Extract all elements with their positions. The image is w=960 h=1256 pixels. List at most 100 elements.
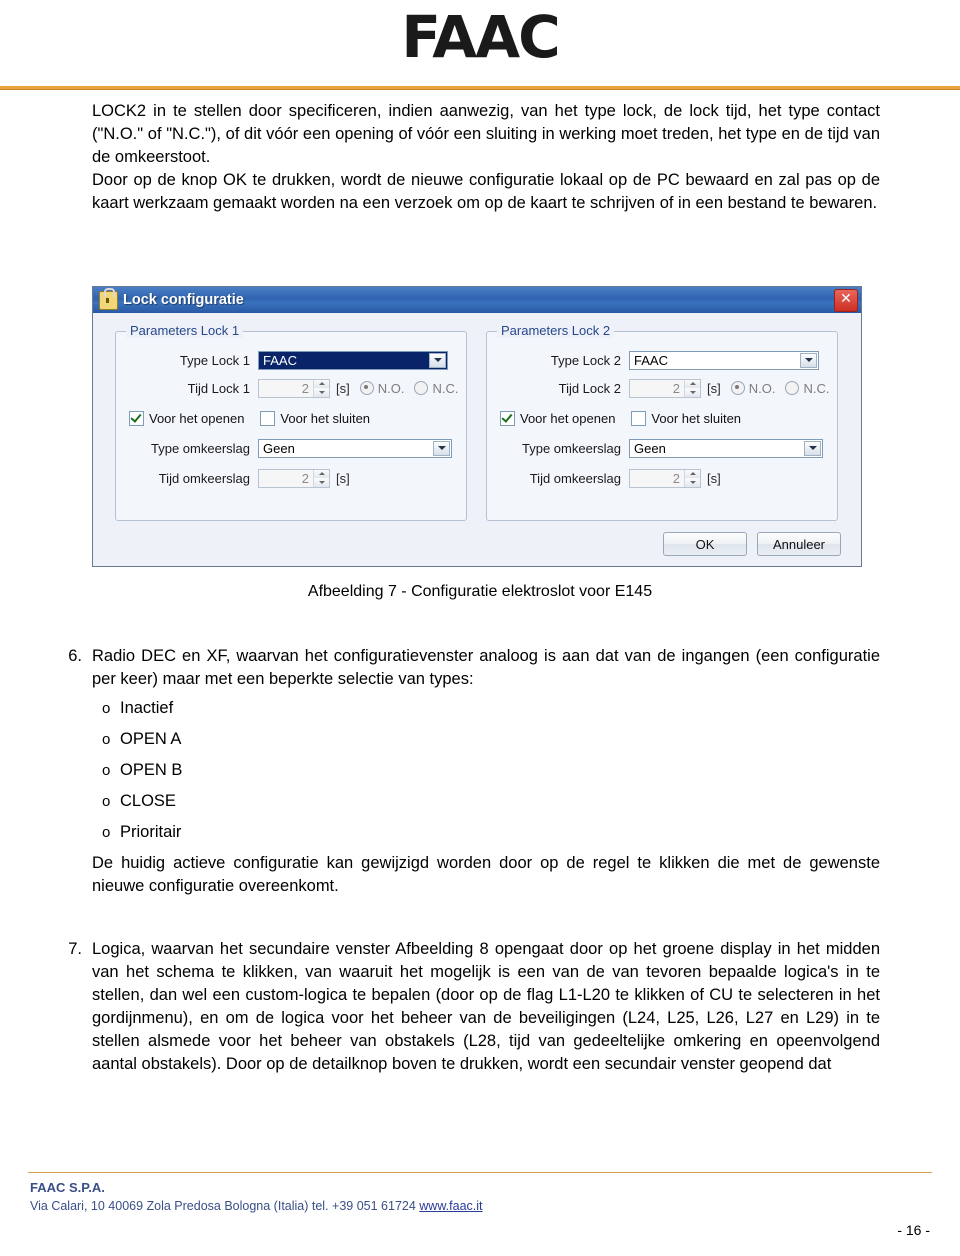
type-lock-2-label: Type Lock 2 [550,352,621,368]
type-omkeerslag-1-select[interactable]: Geen [258,438,452,458]
type-lock-2-value: FAAC [634,352,668,368]
tijd-omkeerslag-2-stepper[interactable]: 2 [629,468,701,488]
type-omkeerslag-1-label: Type omkeerslag [151,440,250,456]
tijd-lock-1-label: Tijd Lock 1 [187,380,250,396]
chevron-down-icon[interactable] [804,440,821,456]
tijd-omkeerslag-1-stepper[interactable]: 2 [258,468,330,488]
faac-logo: FAAC [0,8,960,70]
radio-no-1-label: N.O. [377,380,405,396]
type-lock-2-select[interactable]: FAAC [629,350,819,370]
tijd-lock-2-stepper[interactable]: 2 [629,378,701,398]
tijd-omkeerslag-1-unit: [s] [336,470,350,486]
voor-het-sluiten-1-checkbox[interactable]: Voor het sluiten [260,410,371,426]
bullet-icon: o [102,731,111,748]
tijd-lock-2-label: Tijd Lock 2 [558,380,621,396]
figure-caption: Afbeelding 7 - Configuratie elektroslot … [307,583,653,600]
chevron-down-icon[interactable] [429,352,446,368]
faac-logo-text: FAAC [401,3,560,71]
tijd-lock-2-spin-buttons[interactable] [684,379,700,397]
checkbox-icon [500,410,515,426]
voor-het-openen-1-checkbox[interactable]: Voor het openen [129,410,245,426]
bullet-icon: o [102,762,111,779]
type-lock-1-value: FAAC [263,352,297,368]
intro-text-block: LOCK2 in te stellen door specificeren, i… [92,100,880,215]
list-item-6-bullets: o Inactief o OPEN A o OPEN B o CLOSE o Priori… [62,693,880,848]
type-omkeerslag-2-select[interactable]: Geen [629,438,823,458]
voor-het-sluiten-1-label: Voor het sluiten [280,410,371,426]
radio-dot-icon [730,381,745,395]
radio-nc-2-label: N.C. [803,380,830,396]
checkbox-icon [631,410,647,426]
bullet-label: OPEN A [120,730,182,748]
tijd-omkeerslag-1-spin-buttons[interactable] [313,469,329,487]
parameters-lock-1-title: Parameters Lock 1 [126,323,244,338]
parameters-lock-2-title: Parameters Lock 2 [497,323,615,338]
voor-het-openen-2-checkbox[interactable]: Voor het openen [500,410,616,426]
chevron-down-icon[interactable] [433,440,450,456]
lock-icon [99,287,118,310]
intro-paragraph-2: Door op de knop OK te drukken, wordt de … [92,171,880,212]
radio-dot-icon [785,381,800,395]
list-item: o Inactief [62,693,880,724]
type-lock-1-select[interactable]: FAAC [258,350,448,370]
bullet-label: Inactief [120,699,174,717]
list-item-6-after-text: De huidig actieve configuratie kan gewij… [92,854,880,895]
chevron-down-icon[interactable] [800,352,817,368]
bullet-label: Prioritair [120,823,182,841]
voor-het-sluiten-2-label: Voor het sluiten [651,410,742,426]
tijd-omkeerslag-2-spin-buttons[interactable] [684,469,700,487]
tijd-omkeerslag-1-value: 2 [301,470,309,486]
footer: FAAC S.P.A. Via Calari, 10 40069 Zola Pr… [30,1180,930,1213]
tijd-omkeerslag-2-unit: [s] [707,470,721,486]
list-item-6-text: Radio DEC en XF, waarvan het configurati… [92,647,880,688]
list-item: o OPEN A [62,724,880,755]
footer-address: Via Calari, 10 40069 Zola Predosa Bologn… [30,1199,420,1213]
radio-nc-2[interactable]: N.C. [785,381,829,396]
dialog-title: Lock configuratie [123,292,244,308]
lock-configuration-dialog: Lock configuratie ✕ Parameters Lock 1 Ty… [92,286,862,567]
radio-no-2[interactable]: N.O. [730,381,775,396]
voor-het-openen-2-label: Voor het openen [520,410,616,426]
checkbox-icon [129,410,144,426]
voor-het-sluiten-2-checkbox[interactable]: Voor het sluiten [631,410,742,426]
list-item: o OPEN B [62,755,880,786]
checkbox-icon [260,410,276,426]
radio-nc-1-label: N.C. [432,380,459,396]
dialog-button-bar: OK Annuleer [663,532,841,556]
list-item-6: 6. Radio DEC en XF, waarvan het configur… [62,645,880,898]
tijd-omkeerslag-2-value: 2 [672,470,680,486]
ok-button[interactable]: OK [663,532,747,556]
bullet-icon: o [102,793,111,810]
voor-het-openen-1-label: Voor het openen [149,410,245,426]
footer-company: FAAC S.P.A. [30,1180,105,1195]
header-rule-shadow [0,89,960,90]
footer-address-line: Via Calari, 10 40069 Zola Predosa Bologn… [30,1199,930,1213]
tijd-lock-1-stepper[interactable]: 2 [258,378,330,398]
dialog-body: Parameters Lock 1 Type Lock 1 FAAC Tijd … [93,313,861,566]
tijd-omkeerslag-1-label: Tijd omkeerslag [158,470,250,486]
bullet-label: OPEN B [120,761,183,779]
intro-paragraph-1: LOCK2 in te stellen door specificeren, i… [92,102,880,166]
cancel-button[interactable]: Annuleer [757,532,841,556]
type-lock-1-label: Type Lock 1 [179,352,250,368]
tijd-lock-1-unit: [s] [336,380,350,396]
type-omkeerslag-1-value: Geen [263,440,295,456]
close-icon[interactable]: ✕ [834,289,858,312]
tijd-lock-1-value: 2 [301,380,309,396]
parameters-lock-1-group: Parameters Lock 1 Type Lock 1 FAAC Tijd … [115,323,467,521]
document-page: FAAC LOCK2 in te stellen door specificer… [0,0,960,1256]
list-item-7: 7. Logica, waarvan het secundaire venste… [62,938,880,1076]
list-item-6-number: 6. [68,647,82,665]
tijd-lock-1-spin-buttons[interactable] [313,379,329,397]
footer-website-link[interactable]: www.faac.it [419,1199,482,1213]
type-omkeerslag-2-label: Type omkeerslag [522,440,621,456]
tijd-lock-2-value: 2 [672,380,680,396]
tijd-lock-2-unit: [s] [707,380,721,396]
radio-no-1[interactable]: N.O. [359,380,405,396]
dialog-titlebar: Lock configuratie ✕ [93,287,861,313]
list-item: o Prioritair [62,817,880,848]
list-item: o CLOSE [62,786,880,817]
radio-dot-icon [414,381,429,395]
bullet-label: CLOSE [120,792,176,810]
radio-nc-1[interactable]: N.C. [414,381,458,396]
